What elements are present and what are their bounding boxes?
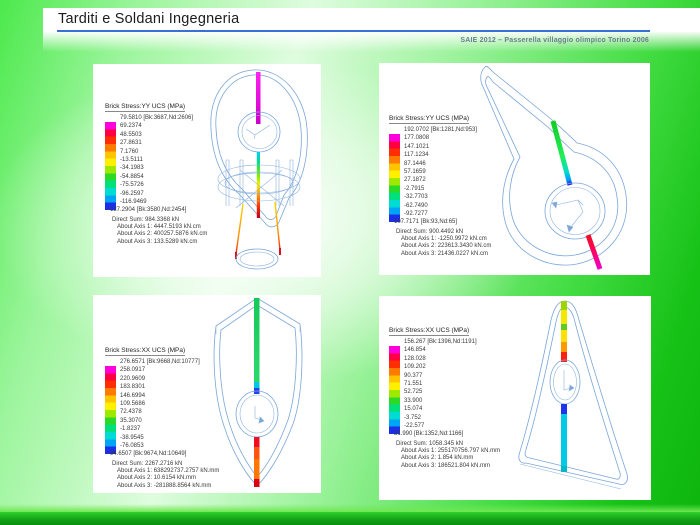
header-rule — [57, 30, 650, 32]
summary-line: About Axis 3: 133.5289 kN.cm — [117, 239, 207, 246]
stress-leg-left — [236, 204, 243, 254]
summary-line: Direct Sum: 2267.2716 kN — [112, 461, 219, 468]
summary-line: About Axis 3: -281888.8564 kN.mm — [117, 483, 219, 490]
legend-label: 7.1760 — [120, 148, 193, 156]
legend-label: 27.8631 — [120, 139, 193, 147]
page-title: Tarditi e Soldani Ingegneria — [58, 11, 239, 27]
colorbar — [389, 346, 400, 434]
legend-title: Brick Stress:XX UCS (MPa) — [389, 327, 469, 336]
summary-line: About Axis 1: 638292737.2757 kN.mm — [117, 468, 219, 475]
legend-label: -38.9545 — [120, 434, 200, 442]
legend-labels: 79.5810 [Bk:3687,Nd:2606] 69.2374 48.550… — [120, 114, 193, 215]
legend-summary: Direct Sum: 2267.2716 kN About Axis 1: 6… — [117, 461, 219, 490]
page-subtitle: SAIE 2012 – Passerella villaggio olimpic… — [57, 37, 649, 44]
stress-member-upper — [561, 301, 567, 310]
legend-label: -75.5726 — [120, 181, 193, 189]
hub-glyph — [564, 370, 574, 391]
legend-label: 258.0917 — [120, 366, 200, 374]
structure-drawing — [459, 298, 645, 500]
colorbar — [389, 134, 400, 222]
stress-panel-bottom-right: Brick Stress:XX UCS (MPa) 156.267 [Bk:13… — [379, 296, 651, 500]
hub-glyph — [246, 125, 270, 139]
stress-panel-top-right: Brick Stress:YY UCS (MPa) 192.0702 [Bk:1… — [379, 63, 650, 275]
structure-drawing — [209, 297, 313, 489]
stress-member-lower — [254, 437, 260, 447]
legend: Brick Stress:YY UCS (MPa) 79.5810 [Bk:36… — [105, 95, 207, 246]
summary-line: About Axis 2: 400257.5876 kN.cm — [117, 231, 207, 238]
hub-circle — [236, 391, 278, 437]
legend-label: 69.2374 — [120, 122, 193, 130]
stress-member-lower — [561, 404, 567, 414]
legend-label: 48.5503 — [120, 131, 193, 139]
stress-member-top — [256, 72, 261, 124]
sail-outline-inner — [525, 307, 620, 479]
legend-labels: 276.6571 [Bk:9668,Nd:10777] 258.0917 220… — [120, 358, 200, 459]
footer-glow-stripe — [0, 504, 700, 512]
stress-member-upper — [254, 298, 260, 382]
stress-panel-top-left: Brick Stress:YY UCS (MPa) 79.5810 [Bk:36… — [93, 64, 321, 277]
structure-drawing — [196, 66, 314, 274]
legend-label: 220.9609 — [120, 375, 200, 383]
legend-label: -54.8854 — [120, 173, 193, 181]
summary-line: Direct Sum: 984.3368 kN — [112, 217, 207, 224]
colorbar — [105, 122, 116, 210]
footer-band — [0, 512, 700, 525]
hub-circle — [550, 360, 580, 404]
legend-title: Brick Stress:XX UCS (MPa) — [105, 347, 185, 356]
legend-label: -34.1983 — [120, 164, 193, 172]
legend-label: 72.4378 — [120, 408, 200, 416]
hub-circle — [545, 183, 605, 239]
legend-summary: Direct Sum: 984.3368 kN About Axis 1: 44… — [117, 217, 207, 246]
structure-drawing — [457, 65, 647, 273]
stress-member-upper — [553, 121, 570, 185]
legend-label: -13.5111 — [120, 156, 193, 164]
colorbar — [105, 366, 116, 454]
stress-member-lower — [588, 235, 600, 269]
stress-panel-bottom-left: Brick Stress:XX UCS (MPa) 276.6571 [Bk:9… — [93, 295, 321, 493]
summary-line: About Axis 2: 10.6154 kN.mm — [117, 475, 219, 482]
legend-label: -127.2904 [Bk:3580,Nd:2454] — [108, 206, 193, 214]
legend-label: 276.6571 [Bk:9668,Nd:10777] — [120, 358, 200, 366]
legend-label: 183.8301 — [120, 383, 200, 391]
legend-title: Brick Stress:YY UCS (MPa) — [105, 103, 185, 112]
teardrop-outline-outer — [481, 66, 627, 265]
legend-label: -76.0853 — [120, 442, 200, 450]
legend: Brick Stress:XX UCS (MPa) 276.6571 [Bk:9… — [105, 339, 219, 490]
sail-outline-outer — [519, 301, 628, 484]
legend-label: -1.8237 — [120, 425, 200, 433]
summary-line: About Axis 1: 4447.5193 kN.cm — [117, 224, 207, 231]
legend-label: 146.6994 — [120, 392, 200, 400]
legend-label: 79.5810 [Bk:3687,Nd:2606] — [120, 114, 193, 122]
legend-label: -96.2597 — [120, 190, 193, 198]
legend-label: -94.6507 [Bk:9674,Nd:10649] — [108, 450, 200, 458]
legend-label: 35.3070 — [120, 417, 200, 425]
legend-label: 109.5686 — [120, 400, 200, 408]
slide: { "header": { "title": "Tarditi e Soldan… — [0, 0, 700, 525]
hub-glyph — [255, 406, 264, 423]
legend-label: -116.9469 — [120, 198, 193, 206]
